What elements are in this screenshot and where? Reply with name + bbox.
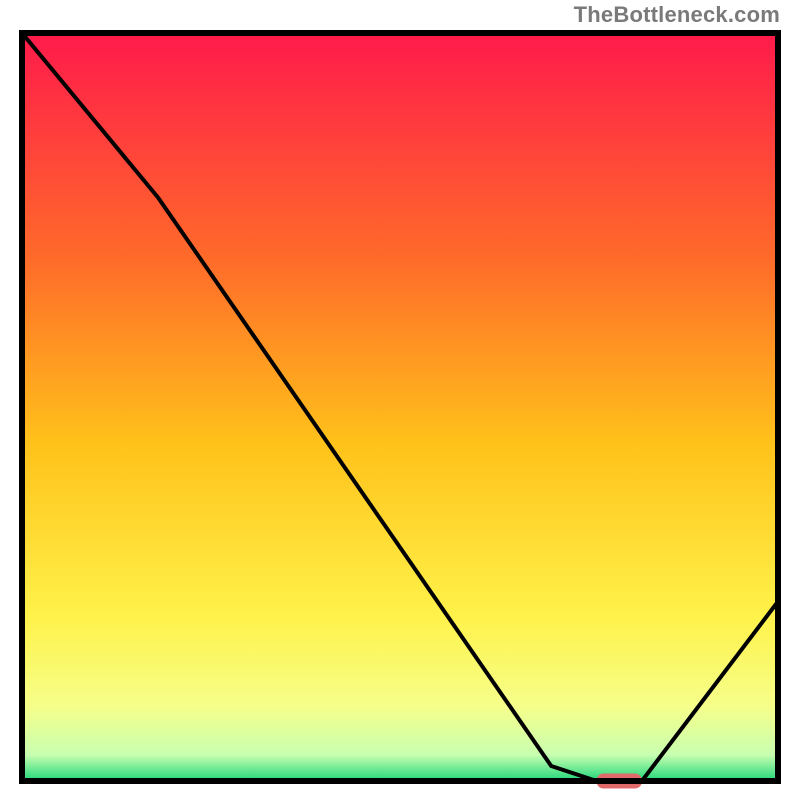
attribution-label: TheBottleneck.com <box>574 2 780 28</box>
chart-wrap: TheBottleneck.com <box>0 0 800 800</box>
plot-background <box>22 33 778 781</box>
bottleneck-chart <box>0 0 800 800</box>
